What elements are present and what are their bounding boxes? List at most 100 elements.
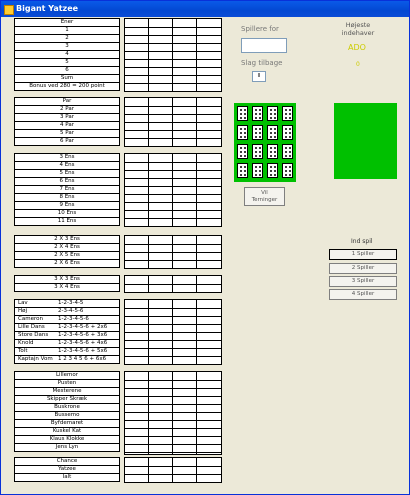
die-pip: [285, 170, 287, 172]
grid-row-line: [125, 308, 221, 309]
die[interactable]: [267, 163, 278, 178]
die-pip: [289, 155, 291, 157]
die-pip: [259, 136, 261, 138]
straight-value: 1-2-3-4-5-6 + 5x6: [58, 348, 108, 354]
grid-row-line: [125, 356, 221, 357]
players-label: Spillere for: [241, 25, 279, 33]
kinds-score-grid: [124, 153, 222, 227]
four-player-button[interactable]: 4 Spiller: [329, 289, 397, 300]
bottom-row-label: Chance: [56, 458, 78, 464]
multi-row-label: 2 X 5 Ens: [15, 251, 119, 259]
die-pip: [240, 128, 242, 130]
die[interactable]: [282, 144, 293, 159]
die-pip: [285, 132, 287, 134]
kinds-row-label: 5 Ens: [15, 169, 119, 177]
die[interactable]: [252, 125, 263, 140]
die-pip: [255, 113, 257, 115]
die-pip: [285, 109, 287, 111]
die[interactable]: [237, 163, 248, 178]
specials-row-label: Skipper Skræk: [15, 395, 119, 403]
multi-row-label: 2 X 6 Ens: [15, 259, 119, 267]
specials-score-grid: [124, 371, 222, 455]
grid-row-line: [125, 428, 221, 429]
grid-row-line: [125, 404, 221, 405]
multi-section: 2 X 3 Ens 2 X 4 Ens 2 X 5 Ens 2 X 6 Ens: [14, 235, 120, 268]
die-pip: [255, 128, 257, 130]
grid-row-line: [125, 380, 221, 381]
die-pip: [285, 113, 287, 115]
die[interactable]: [267, 144, 278, 159]
die[interactable]: [282, 125, 293, 140]
upper-row-label: 1: [15, 26, 119, 34]
die-pip: [244, 155, 246, 157]
die-pip: [270, 109, 272, 111]
die-pip: [259, 109, 261, 111]
die-pip: [289, 170, 291, 172]
die[interactable]: [237, 144, 248, 159]
die-pip: [274, 174, 276, 176]
one-player-button[interactable]: 1 Spiller: [329, 249, 397, 260]
grid-row-line: [125, 59, 221, 60]
grid-row-line: [125, 67, 221, 68]
die-pip: [255, 136, 257, 138]
die-pip: [259, 128, 261, 130]
die-pip: [285, 155, 287, 157]
straights-row-label: Cameron 1-2-3-4-5-6: [15, 315, 119, 323]
die[interactable]: [267, 125, 278, 140]
grid-row-line: [125, 138, 221, 139]
die[interactable]: [252, 144, 263, 159]
specials-row-label: Lillemor: [55, 372, 79, 378]
multi-row-label: 2 X 4 Ens: [15, 243, 119, 251]
die[interactable]: [252, 106, 263, 121]
grid-row-line: [125, 474, 221, 475]
straight-name: Kaptajn Vom: [18, 356, 53, 362]
grid-row-line: [125, 75, 221, 76]
roll-dice-button[interactable]: Vil Terninger: [244, 187, 285, 206]
die-pip: [270, 155, 272, 157]
die-pip: [255, 174, 257, 176]
die-pip: [240, 132, 242, 134]
grid-row-line: [125, 412, 221, 413]
players-input[interactable]: [241, 38, 287, 53]
die-pip: [255, 132, 257, 134]
three-row-label: 3 X 3 Ens: [54, 276, 80, 282]
grid-row-line: [125, 324, 221, 325]
throws-left-value: II: [252, 71, 266, 82]
die[interactable]: [237, 125, 248, 140]
die-pip: [270, 170, 272, 172]
die-pip: [240, 109, 242, 111]
die-pip: [274, 147, 276, 149]
specials-row-label: Mesterene: [15, 387, 119, 395]
die-pip: [289, 132, 291, 134]
die-pip: [259, 151, 261, 153]
grid-row-line: [125, 260, 221, 261]
specials-row-label: Klaus Klokke: [15, 435, 119, 443]
die[interactable]: [252, 163, 263, 178]
die[interactable]: [237, 106, 248, 121]
grid-row-line: [125, 444, 221, 445]
die-pip: [255, 166, 257, 168]
two-player-button[interactable]: 2 Spiller: [329, 263, 397, 274]
multi-row-label: 2 X 3 Ens: [54, 236, 80, 242]
straight-name: Cameron: [18, 316, 43, 322]
three-row-label: 3 X 4 Ens: [15, 283, 119, 291]
grid-row-line: [125, 396, 221, 397]
straight-name: Tolt: [18, 348, 28, 354]
three-player-button[interactable]: 3 Spiller: [329, 276, 397, 287]
die-pip: [259, 147, 261, 149]
straights-score-grid: [124, 299, 222, 365]
die-pip: [270, 147, 272, 149]
upper-row-label: Sum: [15, 74, 119, 82]
die[interactable]: [267, 106, 278, 121]
grid-row-line: [125, 170, 221, 171]
grid-row-line: [125, 244, 221, 245]
die[interactable]: [282, 163, 293, 178]
straights-row-label: Knold 1-2-3-4-5-6 + 4x6: [15, 339, 119, 347]
die-pip: [285, 147, 287, 149]
die[interactable]: [282, 106, 293, 121]
specials-row-label: Buskrone: [15, 403, 119, 411]
high-score-label: Højeste indehaver: [341, 21, 375, 37]
straights-row-label: Lav 1-2-3-4-5: [15, 300, 119, 307]
die-pip: [259, 132, 261, 134]
die-pip: [270, 128, 272, 130]
